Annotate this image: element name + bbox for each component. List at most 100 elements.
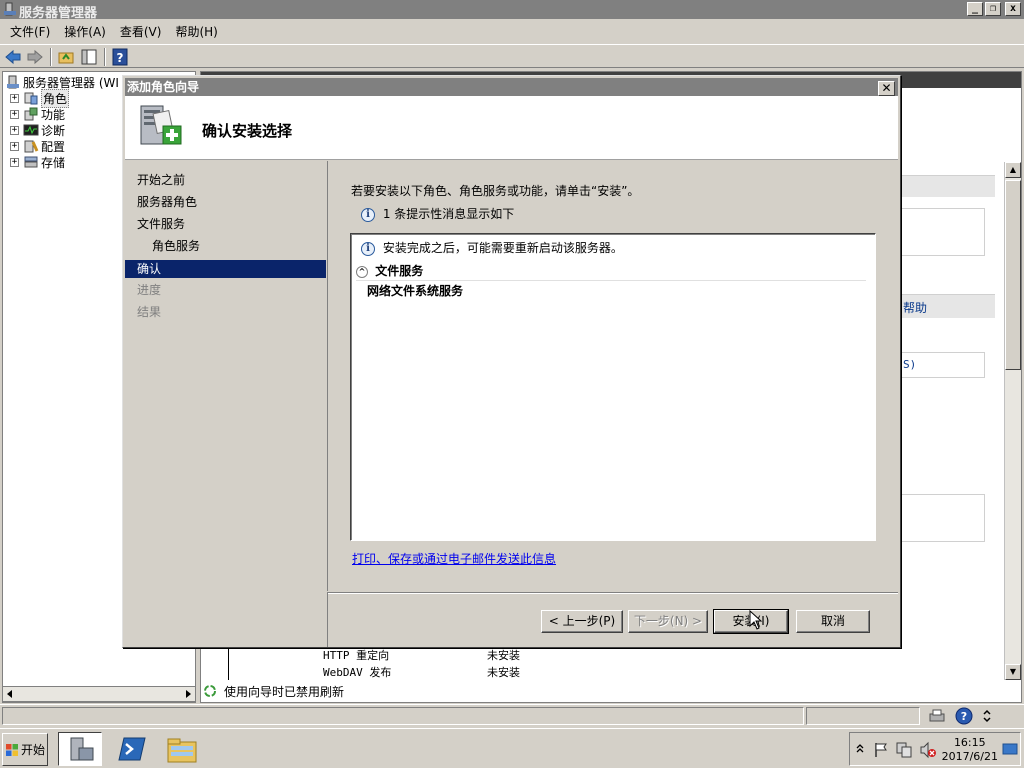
info-icon: i — [361, 241, 375, 256]
print-save-email-link[interactable]: 打印、保存或通过电子邮件发送此信息 — [352, 550, 556, 567]
expand-diagnostics-toggle[interactable]: + — [10, 126, 19, 135]
confirmation-list[interactable]: i 安装完成之后，可能需要重新启动该服务器。 ^ 文件服务 网络文件系统服务 — [350, 233, 876, 541]
help-icon[interactable]: ? — [111, 48, 129, 66]
expand-storage-toggle[interactable]: + — [10, 158, 19, 167]
status-panel-main — [2, 707, 804, 725]
step-results: 结果 — [137, 305, 162, 319]
svg-text:?: ? — [117, 51, 124, 65]
taskbar-server-manager[interactable] — [58, 732, 102, 766]
info-message-row: i 安装完成之后，可能需要重新启动该服务器。 — [361, 239, 623, 256]
next-button[interactable]: 下一步(N) > — [628, 610, 708, 633]
help-circle-icon[interactable]: ? — [955, 707, 973, 725]
show-desktop-icon[interactable] — [1002, 741, 1018, 757]
refresh-disabled-text: 使用向导时已禁用刷新 — [224, 684, 345, 699]
network-icon[interactable] — [896, 741, 912, 759]
window-title: 服务器管理器 — [19, 6, 98, 21]
expand-configuration-toggle[interactable]: + — [10, 142, 19, 151]
help-link-fragment[interactable]: 帮助 — [903, 299, 927, 316]
scroll-thumb[interactable] — [1005, 180, 1021, 370]
confirmation-intro: 若要安装以下角色、角色服务或功能，请单击“安装”。 — [351, 184, 640, 198]
notification-area: 16:15 2017/6/21 — [849, 732, 1021, 766]
storage-icon — [24, 156, 38, 168]
svg-text:?: ? — [961, 710, 967, 723]
roles-icon — [24, 92, 38, 105]
wizard-content: 若要安装以下角色、角色服务或功能，请单击“安装”。 i 1 条提示性消息显示如下… — [327, 161, 898, 591]
mouse-pointer-icon — [749, 610, 763, 630]
menu-action[interactable]: 操作(A) — [58, 23, 112, 40]
show-hide-console-icon[interactable] — [80, 48, 98, 66]
scroll-down-icon[interactable]: ▼ — [1005, 664, 1021, 680]
status-panel-secondary — [806, 707, 920, 725]
dialog-close-button[interactable]: ✕ — [878, 81, 895, 96]
scroll-left-icon[interactable] — [5, 689, 15, 699]
server-manager-icon — [4, 2, 16, 16]
step-server-roles[interactable]: 服务器角色 — [125, 193, 326, 211]
tree-item-label: 配置 — [41, 139, 66, 154]
menu-file[interactable]: 文件(F) — [4, 23, 56, 40]
server-icon — [7, 75, 19, 89]
tree-horizontal-scrollbar[interactable] — [2, 686, 196, 702]
start-button[interactable]: 开始 — [2, 733, 48, 766]
expand-roles-toggle[interactable]: + — [10, 94, 19, 103]
show-hidden-icons-icon[interactable] — [856, 743, 864, 755]
step-role-services[interactable]: 角色服务 — [125, 237, 326, 255]
printer-icon[interactable] — [928, 708, 946, 724]
cancel-button[interactable]: 取消 — [796, 610, 870, 633]
up-folder-icon[interactable] — [57, 48, 75, 66]
volume-muted-icon[interactable] — [920, 741, 936, 759]
tree-item-configuration[interactable]: 配置 — [23, 138, 65, 154]
wizard-header: 确认安装选择 — [125, 96, 898, 160]
info-count-row: i 1 条提示性消息显示如下 — [361, 205, 514, 222]
step-before-you-begin[interactable]: 开始之前 — [125, 171, 326, 189]
start-label: 开始 — [20, 743, 45, 757]
table-row: HTTP 重定向 未安装 — [323, 647, 520, 663]
dialog-titlebar[interactable]: 添加角色向导 ✕ — [125, 78, 898, 96]
forward-arrow-icon[interactable] — [26, 48, 44, 66]
add-roles-wizard-dialog: 添加角色向导 ✕ 确认安装选择 开始之前 服务器角色 文件服务 角色服务 确认 … — [122, 75, 901, 648]
dialog-title: 添加角色向导 — [127, 80, 200, 94]
tree-item-label: 诊断 — [41, 123, 66, 138]
step-file-services[interactable]: 文件服务 — [125, 215, 326, 233]
powershell-icon — [118, 737, 146, 761]
tree-item-label: 存储 — [41, 155, 66, 170]
clock-time: 16:15 — [953, 736, 986, 749]
group-label: 文件服务 — [375, 264, 424, 278]
status-more-icon[interactable] — [981, 709, 993, 723]
info-message-text: 安装完成之后，可能需要重新启动该服务器。 — [382, 241, 623, 255]
collapse-icon[interactable]: ^ — [356, 265, 368, 278]
window-titlebar[interactable]: 服务器管理器 _ ❐ x — [0, 0, 1024, 21]
restore-button[interactable]: ❐ — [985, 2, 1001, 16]
taskbar-powershell[interactable] — [110, 732, 154, 766]
clock-date: 2017/6/21 — [941, 750, 998, 763]
expand-features-toggle[interactable]: + — [10, 110, 19, 119]
tree-item-diagnostics[interactable]: 诊断 — [23, 122, 65, 138]
action-center-flag-icon[interactable] — [874, 742, 888, 758]
menu-view[interactable]: 查看(V) — [114, 23, 168, 40]
list-item: 网络文件系统服务 — [367, 284, 464, 298]
minimize-button[interactable]: _ — [967, 2, 983, 16]
tree-item-roles[interactable]: 角色 — [23, 88, 70, 108]
table-row: WebDAV 发布 未安装 — [323, 664, 520, 680]
tree-root-label: 服务器管理器 (WI — [23, 75, 119, 90]
tree-item-storage[interactable]: 存储 — [23, 154, 65, 170]
clock[interactable]: 16:15 2017/6/21 — [942, 736, 998, 764]
back-button[interactable]: < 上一步(P) — [541, 610, 623, 633]
scroll-up-icon[interactable]: ▲ — [1005, 162, 1021, 178]
service-link-fragment[interactable]: S) — [903, 358, 916, 371]
lower-box — [901, 494, 985, 542]
taskbar-explorer[interactable] — [160, 732, 204, 766]
back-arrow-icon[interactable] — [4, 48, 22, 66]
role-service-name: HTTP 重定向 — [323, 649, 390, 662]
role-service-name: WebDAV 发布 — [323, 666, 392, 679]
tree-item-features[interactable]: 功能 — [23, 106, 65, 122]
menu-help[interactable]: 帮助(H) — [169, 23, 223, 40]
close-window-button[interactable]: x — [1005, 2, 1021, 16]
scroll-right-icon[interactable] — [183, 689, 193, 699]
group-header[interactable]: ^ 文件服务 — [356, 262, 866, 281]
step-confirmation[interactable]: 确认 — [125, 260, 326, 278]
info-count-text: 1 条提示性消息显示如下 — [382, 207, 515, 221]
refresh-status-bar: 使用向导时已禁用刷新 — [202, 682, 1020, 700]
details-vertical-scrollbar[interactable]: ▲ ▼ — [1004, 162, 1021, 680]
wizard-page-title: 确认安装选择 — [202, 122, 293, 140]
role-service-status: 未安装 — [487, 649, 520, 662]
